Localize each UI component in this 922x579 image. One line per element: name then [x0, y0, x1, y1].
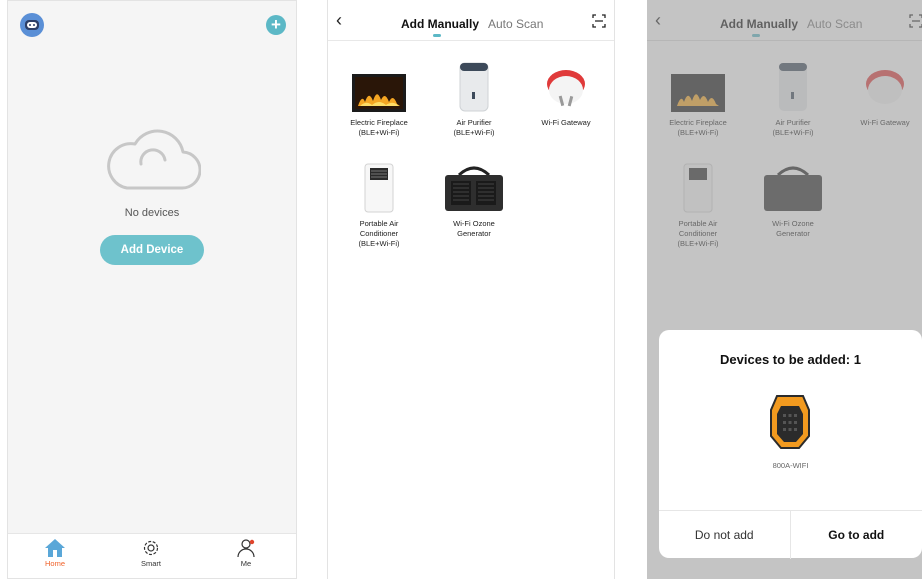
active-tab-indicator	[752, 34, 760, 37]
cloud-icon	[107, 129, 201, 190]
device-label: Electric Fireplace (BLE+Wi-Fi)	[350, 118, 408, 137]
found-device-icon[interactable]	[769, 392, 811, 450]
devices-found-dialog: Devices to be added: 1 800A-WIFI Do not …	[659, 330, 922, 559]
air-conditioner-icon	[364, 163, 394, 213]
add-device-plus-button[interactable]: +	[266, 15, 286, 35]
tab-me[interactable]: Me	[216, 538, 276, 568]
device-electric-fireplace[interactable]: Electric Fireplace (BLE+Wi-Fi)	[334, 62, 424, 138]
device-electric-fireplace: Electric Fireplace (BLE+Wi-Fi)	[653, 62, 743, 138]
active-tab-indicator	[433, 34, 441, 37]
device-label: Wi-Fi Gateway	[541, 118, 591, 127]
device-label: Wi-Fi Ozone Generator	[772, 219, 814, 238]
fireplace-icon	[352, 74, 406, 112]
back-icon[interactable]: ‹	[336, 11, 342, 29]
device-label: Wi-Fi Ozone Generator	[453, 219, 495, 238]
tab-add-manually[interactable]: Add Manually	[401, 17, 479, 31]
add-device-header: ‹ Add Manually Auto Scan	[328, 0, 614, 41]
do-not-add-button[interactable]: Do not add	[659, 511, 791, 559]
tab-auto-scan: Auto Scan	[807, 17, 863, 31]
fireplace-icon	[671, 74, 725, 112]
go-to-add-button[interactable]: Go to add	[791, 511, 922, 559]
tab-smart[interactable]: Smart	[121, 538, 181, 568]
dialog-title: Devices to be added: 1	[720, 352, 861, 367]
device-air-purifier[interactable]: Air Purifier (BLE+Wi-Fi)	[429, 62, 519, 138]
device-label: Air Purifier (BLE+Wi-Fi)	[772, 118, 814, 137]
found-device-name: 800A-WIFI	[772, 461, 809, 470]
gear-icon	[143, 540, 159, 556]
tab-smart-label: Smart	[140, 559, 161, 568]
device-wifi-ozone-generator: Wi-Fi Ozone Generator	[748, 163, 838, 239]
empty-state-text: No devices	[124, 207, 180, 219]
device-label: Electric Fireplace (BLE+Wi-Fi)	[669, 118, 727, 137]
ozone-generator-icon	[764, 166, 822, 211]
ozone-generator-icon	[445, 166, 503, 211]
device-wifi-ozone-generator[interactable]: Wi-Fi Ozone Generator	[429, 163, 519, 239]
add-device-button[interactable]: Add Device	[100, 235, 204, 265]
device-portable-air-conditioner: Portable Air Conditioner (BLE+Wi-Fi)	[653, 163, 743, 249]
add-device-screen: ‹ Add Manually Auto Scan Electric Firepl…	[327, 0, 615, 579]
gateway-icon	[547, 70, 585, 107]
back-icon: ‹	[655, 10, 661, 30]
gateway-icon	[866, 70, 904, 104]
tab-me-label: Me	[240, 559, 252, 568]
tab-home-label: Home	[44, 559, 65, 568]
home-icon	[45, 539, 65, 557]
tab-add-manually: Add Manually	[720, 17, 799, 31]
tab-home[interactable]: Home	[25, 538, 85, 568]
device-label: Portable Air Conditioner (BLE+Wi-Fi)	[677, 219, 719, 248]
device-label: Wi-Fi Gateway	[860, 118, 910, 127]
air-purifier-icon	[459, 62, 489, 112]
robot-avatar-icon[interactable]	[20, 13, 44, 37]
dimmed-header: ‹ Add Manually Auto Scan	[647, 0, 922, 41]
device-air-purifier: Air Purifier (BLE+Wi-Fi)	[748, 62, 838, 138]
bottom-tab-bar: Home Smart Me	[8, 533, 296, 578]
add-device-dialog-screen: ‹ Add Manually Auto Scan Electric Firepl…	[647, 0, 922, 579]
scan-qr-icon[interactable]	[592, 14, 606, 28]
device-label: Air Purifier (BLE+Wi-Fi)	[453, 118, 495, 137]
tab-auto-scan[interactable]: Auto Scan	[488, 17, 543, 31]
user-icon	[237, 539, 255, 558]
device-portable-air-conditioner[interactable]: Portable Air Conditioner (BLE+Wi-Fi)	[334, 163, 424, 249]
device-wifi-gateway: Wi-Fi Gateway	[840, 62, 922, 128]
device-wifi-gateway[interactable]: Wi-Fi Gateway	[521, 62, 611, 128]
air-conditioner-icon	[683, 163, 713, 213]
home-screen: + No devices Add Device Home Smart Me	[7, 0, 297, 579]
scan-qr-icon	[909, 14, 922, 28]
air-purifier-icon	[779, 63, 807, 111]
dialog-actions: Do not add Go to add	[659, 510, 922, 559]
device-label: Portable Air Conditioner (BLE+Wi-Fi)	[358, 219, 400, 248]
